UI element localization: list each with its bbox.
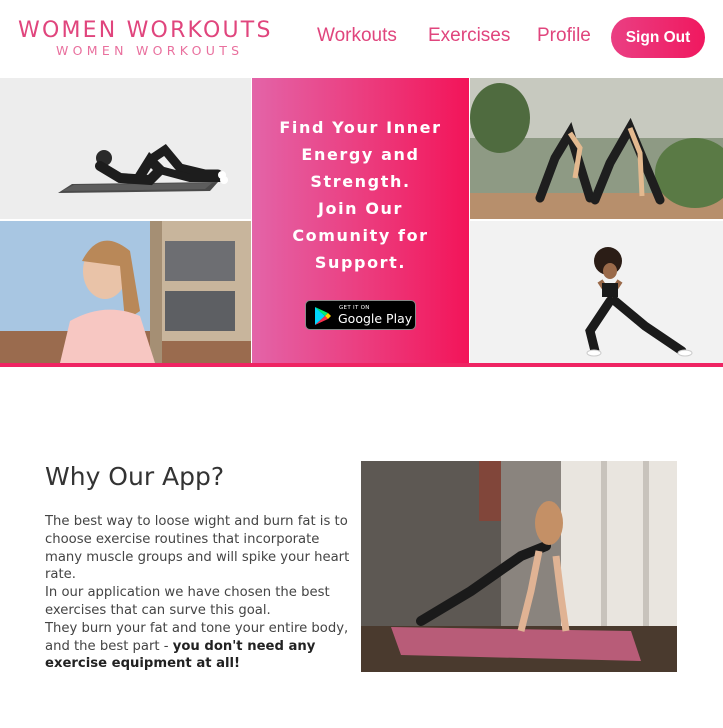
nav-workouts-link[interactable]: Workouts (317, 25, 397, 47)
hero-photo-crunch (0, 78, 251, 219)
hero-photo-stretching (470, 78, 723, 219)
sign-out-button[interactable]: Sign Out (611, 17, 705, 58)
logo-subtitle: WOMEN WORKOUTS (56, 43, 244, 58)
hero-tagline: Find Your Inner Energy and Strength. Joi… (279, 118, 442, 272)
section-paragraph-2: In our application we have chosen the be… (45, 585, 330, 618)
hero-banner: Find Your Inner Energy and Strength. Joi… (0, 78, 723, 367)
hero-cta-panel: Find Your Inner Energy and Strength. Joi… (252, 78, 469, 363)
logo[interactable]: WOMEN WORKOUTS WOMEN WORKOUTS (18, 18, 273, 58)
google-play-icon (315, 307, 331, 325)
hero-photo-lunge (470, 221, 723, 363)
section-photo-plank (361, 461, 677, 672)
section-body: The best way to loose wight and burn fat… (45, 513, 350, 673)
google-play-badge[interactable]: GET IT ON Google Play (305, 300, 416, 330)
section-paragraph-1: The best way to loose wight and burn fat… (45, 514, 350, 583)
hero-photo-outdoor (0, 221, 251, 363)
section-paragraph-3: They burn your fat and tone your entire … (45, 620, 350, 673)
google-play-badge-label: Google Play (338, 311, 413, 326)
nav-exercises-link[interactable]: Exercises (428, 25, 510, 47)
logo-title: WOMEN WORKOUTS (18, 18, 273, 43)
section-title: Why Our App? (45, 462, 225, 491)
nav-profile-link[interactable]: Profile (537, 25, 591, 47)
site-header: WOMEN WORKOUTS WOMEN WORKOUTS Workouts E… (0, 0, 723, 78)
hero-bottom-bar (0, 363, 723, 367)
